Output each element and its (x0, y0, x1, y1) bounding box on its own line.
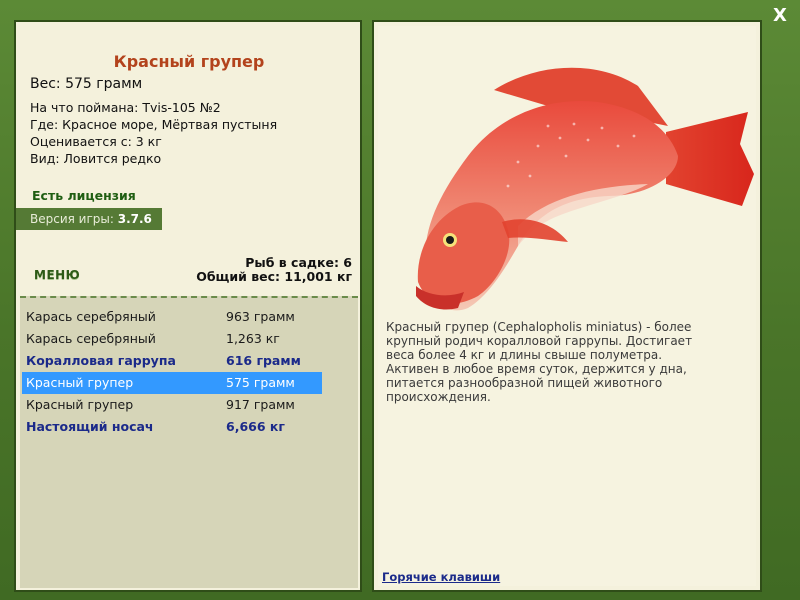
catch-weight: 963 грамм (226, 309, 295, 324)
location-info: Где: Красное море, Мёртвая пустыня (30, 117, 278, 132)
catch-weight: 1,263 кг (226, 331, 280, 346)
hotkeys-link[interactable]: Горячие клавиши (382, 570, 500, 584)
fish-title: Красный групер (113, 52, 265, 71)
catch-row[interactable]: Коралловая гаррупа 616 грамм (22, 350, 322, 372)
menu-button[interactable]: МЕНЮ (34, 268, 80, 282)
fish-info-panel: Красный групер Вес: 575 грамм На что пой… (14, 20, 362, 592)
catch-name: Карась серебряный (26, 309, 156, 324)
catch-name: Настоящий носач (26, 419, 154, 434)
catch-row[interactable]: Настоящий носач 6,666 кг (22, 416, 322, 438)
rarity-info: Вид: Ловится редко (30, 151, 162, 166)
catch-name: Красный групер (26, 375, 134, 390)
catch-name: Коралловая гаррупа (26, 353, 176, 368)
red-grouper-image (416, 67, 754, 311)
fish-description-panel: Красный групер (Cephalopholis miniatus) … (372, 20, 762, 592)
cage-total-weight: Общий вес: 11,001 кг (196, 269, 352, 284)
catch-row[interactable]: Карась серебряный 963 грамм (22, 306, 322, 328)
bait-info: На что поймана: Tvis-105 №2 (30, 100, 221, 115)
catch-weight: 917 грамм (226, 397, 295, 412)
cage-count: Рыб в садке: 6 (245, 255, 352, 270)
version-badge: Версия игры: 3.7.6 (16, 208, 162, 230)
catch-row[interactable]: Карась серебряный 1,263 кг (22, 328, 322, 350)
fish-details: Красный групер Вес: 575 грамм На что пой… (16, 26, 358, 296)
license-status: Есть лицензия (32, 188, 136, 203)
description-area: Красный групер (Cephalopholis miniatus) … (378, 26, 756, 586)
version-label: Версия игры: (30, 212, 114, 226)
fish-weight: Вес: 575 грамм (30, 76, 143, 92)
close-button[interactable]: X (770, 6, 790, 26)
catch-row[interactable]: Красный групер 917 грамм (22, 394, 322, 416)
fish-description: Красный групер (Cephalopholis miniatus) … (386, 320, 693, 404)
version-value: 3.7.6 (117, 212, 152, 226)
cage-summary: Рыб в садке: 6 Общий вес: 11,001 кг (196, 256, 352, 284)
catch-weight: 616 грамм (226, 353, 301, 368)
catch-row[interactable]: Красный групер 575 грамм (22, 372, 322, 394)
catch-name: Карась серебряный (26, 331, 156, 346)
rated-from-info: Оценивается с: 3 кг (30, 134, 162, 149)
catch-list-area: Карась серебряный 963 грамм Карась серебря… (20, 296, 358, 588)
catch-weight: 575 грамм (226, 375, 295, 390)
catch-weight: 6,666 кг (226, 419, 285, 434)
catch-list: Карась серебряный 963 грамм Карась серебря… (20, 306, 358, 438)
catch-name: Красный групер (26, 397, 134, 412)
